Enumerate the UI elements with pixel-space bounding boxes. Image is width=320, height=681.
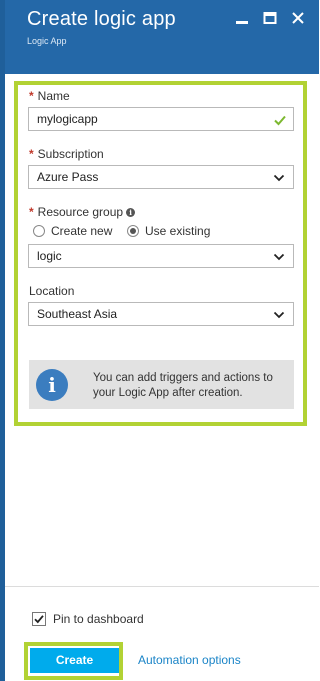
maximize-button[interactable] (260, 8, 280, 28)
required-marker: * (29, 89, 34, 103)
subscription-select-value: Azure Pass (37, 170, 99, 184)
subscription-field-label: * Subscription (29, 147, 104, 161)
create-new-radio[interactable] (33, 225, 45, 237)
chevron-down-icon (273, 174, 285, 182)
blade-left-edge (0, 0, 5, 681)
use-existing-radio[interactable] (127, 225, 139, 237)
info-icon: i (36, 369, 68, 401)
resource-group-select[interactable]: logic (28, 244, 294, 268)
subscription-select[interactable]: Azure Pass (28, 165, 294, 189)
required-marker: * (29, 147, 34, 161)
location-select-value: Southeast Asia (37, 307, 118, 321)
create-new-radio-label[interactable]: Create new (51, 224, 112, 238)
valid-check-icon (274, 115, 286, 126)
name-field-label: * Name (29, 89, 70, 103)
info-icon[interactable]: i (126, 208, 136, 217)
info-message-box: i You can add triggers and actions to yo… (29, 360, 294, 409)
minimize-button[interactable] (232, 8, 252, 28)
automation-options-link[interactable]: Automation options (138, 653, 241, 667)
pin-to-dashboard-label[interactable]: Pin to dashboard (53, 612, 144, 626)
page-subtitle: Logic App (27, 36, 67, 46)
required-marker: * (29, 205, 34, 219)
name-input-value: mylogicapp (37, 112, 98, 126)
name-input[interactable]: mylogicapp (28, 107, 294, 131)
use-existing-radio-label[interactable]: Use existing (145, 224, 210, 238)
create-button[interactable]: Create (30, 648, 119, 673)
resource-group-select-value: logic (37, 249, 62, 263)
close-button[interactable] (288, 8, 308, 28)
footer-divider (5, 586, 319, 587)
minimize-icon (236, 21, 248, 24)
checkmark-icon (34, 615, 44, 624)
pin-to-dashboard-checkbox[interactable] (32, 612, 46, 626)
resource-group-field-label: * Resource group i (29, 205, 136, 219)
info-message-text: You can add triggers and actions to your… (93, 372, 273, 399)
page-title: Create logic app (27, 8, 176, 30)
close-icon (292, 12, 304, 24)
chevron-down-icon (273, 311, 285, 319)
location-select[interactable]: Southeast Asia (28, 302, 294, 326)
chevron-down-icon (273, 253, 285, 261)
location-field-label: Location (29, 284, 75, 298)
maximize-icon (263, 12, 277, 24)
blade-header: Create logic app Logic App (5, 0, 319, 74)
